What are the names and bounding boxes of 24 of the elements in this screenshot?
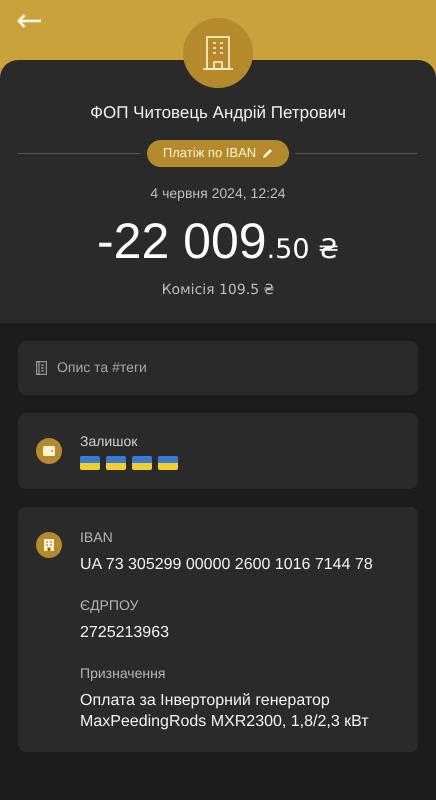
ukraine-flag-icon bbox=[106, 456, 126, 470]
detail-value: UA 73 305299 00000 2600 1016 7144 78 bbox=[80, 554, 374, 574]
description-input[interactable]: Опис та #теги bbox=[57, 357, 400, 378]
detail-label: Призначення bbox=[80, 664, 166, 683]
balance-label: Залишок bbox=[80, 432, 138, 451]
ukraine-flag-icon bbox=[80, 456, 100, 470]
pencil-icon bbox=[262, 148, 274, 158]
payee-name: ФОП Читовець Андрій Петрович bbox=[90, 102, 346, 124]
transaction-date: 4 червня 2024, 12:24 bbox=[150, 184, 286, 203]
back-button[interactable]: ← bbox=[16, 4, 43, 36]
description-field[interactable]: Опис та #теги bbox=[18, 340, 418, 394]
building-icon bbox=[36, 532, 62, 558]
ukraine-flag-icon bbox=[158, 456, 178, 470]
building-icon bbox=[203, 36, 233, 70]
detail-label: ЄДРПОУ bbox=[80, 596, 140, 615]
detail-value: Оплата за Інверторний генератор MaxPeedingRods MXR2300, 1,8/2,3 кВт bbox=[80, 690, 370, 732]
amount: -22 009.50 ₴ bbox=[96, 216, 339, 266]
commission-text: Комісія 109.5 ₴ bbox=[162, 280, 274, 300]
note-icon bbox=[36, 360, 47, 374]
detail-label: IBAN bbox=[80, 528, 114, 546]
category-chip[interactable]: Платіж по IBAN bbox=[146, 140, 290, 166]
detail-value: 2725213963 bbox=[80, 622, 170, 642]
ukraine-flag-icon bbox=[132, 456, 152, 470]
wallet-icon bbox=[36, 438, 62, 464]
